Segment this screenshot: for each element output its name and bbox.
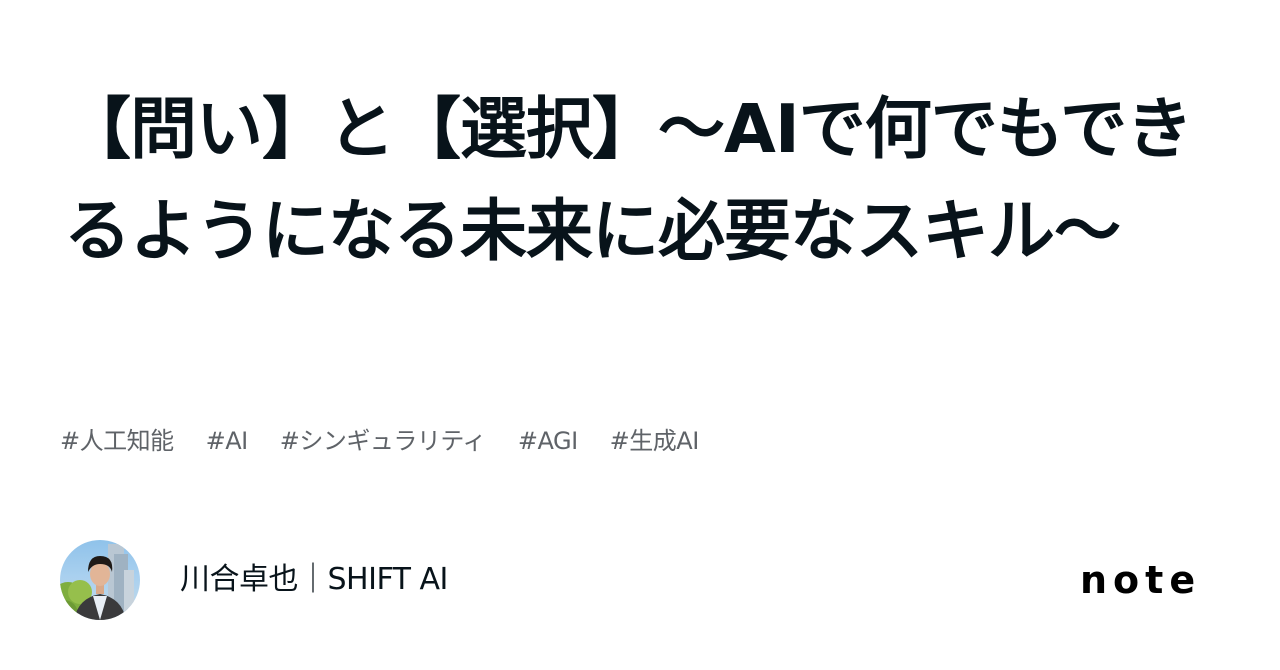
tag-item[interactable]: #人工知能: [60, 423, 174, 459]
article-title: 【問い】と【選択】〜AIで何でもできるようになる未来に必要なスキル〜: [64, 90, 1193, 270]
note-logo[interactable]: note: [1080, 558, 1201, 602]
author-block: 川合卓也｜SHIFT AI: [60, 540, 448, 620]
user-photo-icon: [60, 544, 134, 620]
tag-item[interactable]: #生成AI: [610, 423, 700, 459]
tag-list: #人工知能 #AI #シンギュラリティ #AGI #生成AI: [60, 423, 699, 459]
tag-item[interactable]: #AI: [206, 423, 249, 459]
tag-item[interactable]: #AGI: [518, 423, 578, 459]
author-name[interactable]: 川合卓也｜SHIFT AI: [180, 560, 448, 600]
tag-item[interactable]: #シンギュラリティ: [280, 423, 487, 459]
author-avatar[interactable]: [60, 540, 140, 620]
